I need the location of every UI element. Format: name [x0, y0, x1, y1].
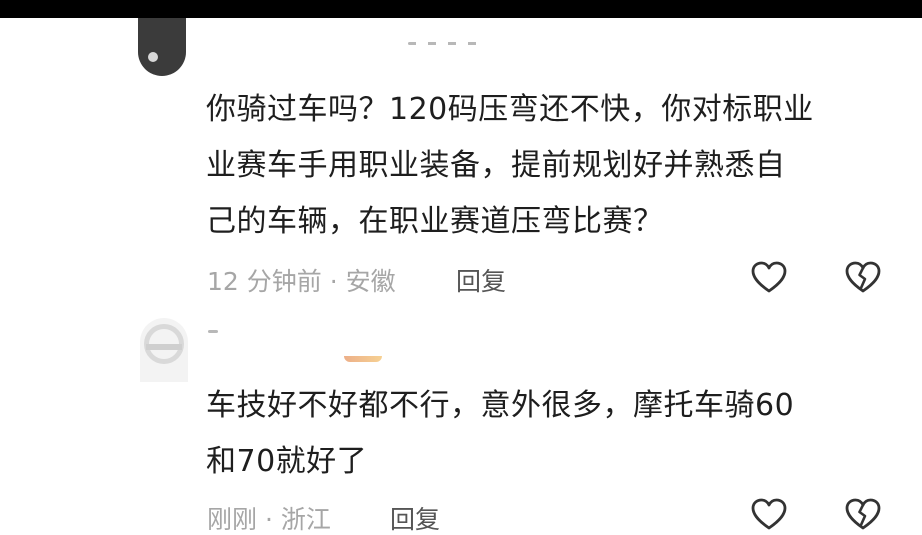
dislike-button[interactable]: [844, 259, 882, 297]
reply-button[interactable]: 回复: [390, 500, 440, 535]
comment-text-line: 己的车辆，在职业赛道压弯比赛？: [206, 204, 664, 239]
heart-outline-icon: [751, 261, 787, 293]
like-button[interactable]: [750, 259, 788, 297]
avatar-image-detail: [146, 344, 182, 350]
meta-separator: ·: [329, 267, 338, 296]
broken-heart-icon: [845, 498, 881, 530]
dislike-button[interactable]: [844, 496, 882, 534]
comment-text-line: 业赛车手用职业装备，提前规划好并熟悉自: [206, 148, 786, 183]
comment-text: 车技好不好都不行，意外很多，摩托车骑60 和70就好了: [206, 378, 896, 490]
comment-text-line: 你骑过车吗？120码压弯还不快，你对标职业: [206, 92, 814, 127]
broken-heart-icon: [845, 261, 881, 293]
like-button[interactable]: [750, 496, 788, 534]
comment-location: 安徽: [345, 267, 396, 296]
user-avatar[interactable]: [140, 318, 188, 382]
comment-list-page: 你骑过车吗？120码压弯还不快，你对标职业 业赛车手用职业装备，提前规划好并熟悉…: [0, 0, 922, 535]
reply-button[interactable]: 回复: [456, 262, 506, 298]
meta-separator: ·: [264, 505, 273, 534]
comment-text-line: 和70就好了: [206, 444, 368, 479]
user-avatar[interactable]: [138, 18, 186, 76]
top-status-bar: [0, 0, 922, 18]
comment-time: 刚刚: [207, 505, 258, 534]
user-badge-blurred: [344, 356, 382, 362]
comment-location: 浙江: [280, 505, 331, 534]
username-blurred[interactable]: [208, 330, 218, 333]
comment-text-line: 车技好不好都不行，意外很多，摩托车骑60: [206, 388, 795, 423]
comment-meta: 刚刚 · 浙江: [207, 500, 331, 535]
comment-time: 12 分钟前: [207, 267, 322, 296]
comment-text: 你骑过车吗？120码压弯还不快，你对标职业 业赛车手用职业装备，提前规划好并熟悉…: [206, 82, 896, 250]
comment-meta: 12 分钟前 · 安徽: [207, 262, 396, 298]
username-blurred[interactable]: [408, 42, 488, 45]
heart-outline-icon: [751, 498, 787, 530]
avatar-image-detail: [148, 52, 158, 62]
